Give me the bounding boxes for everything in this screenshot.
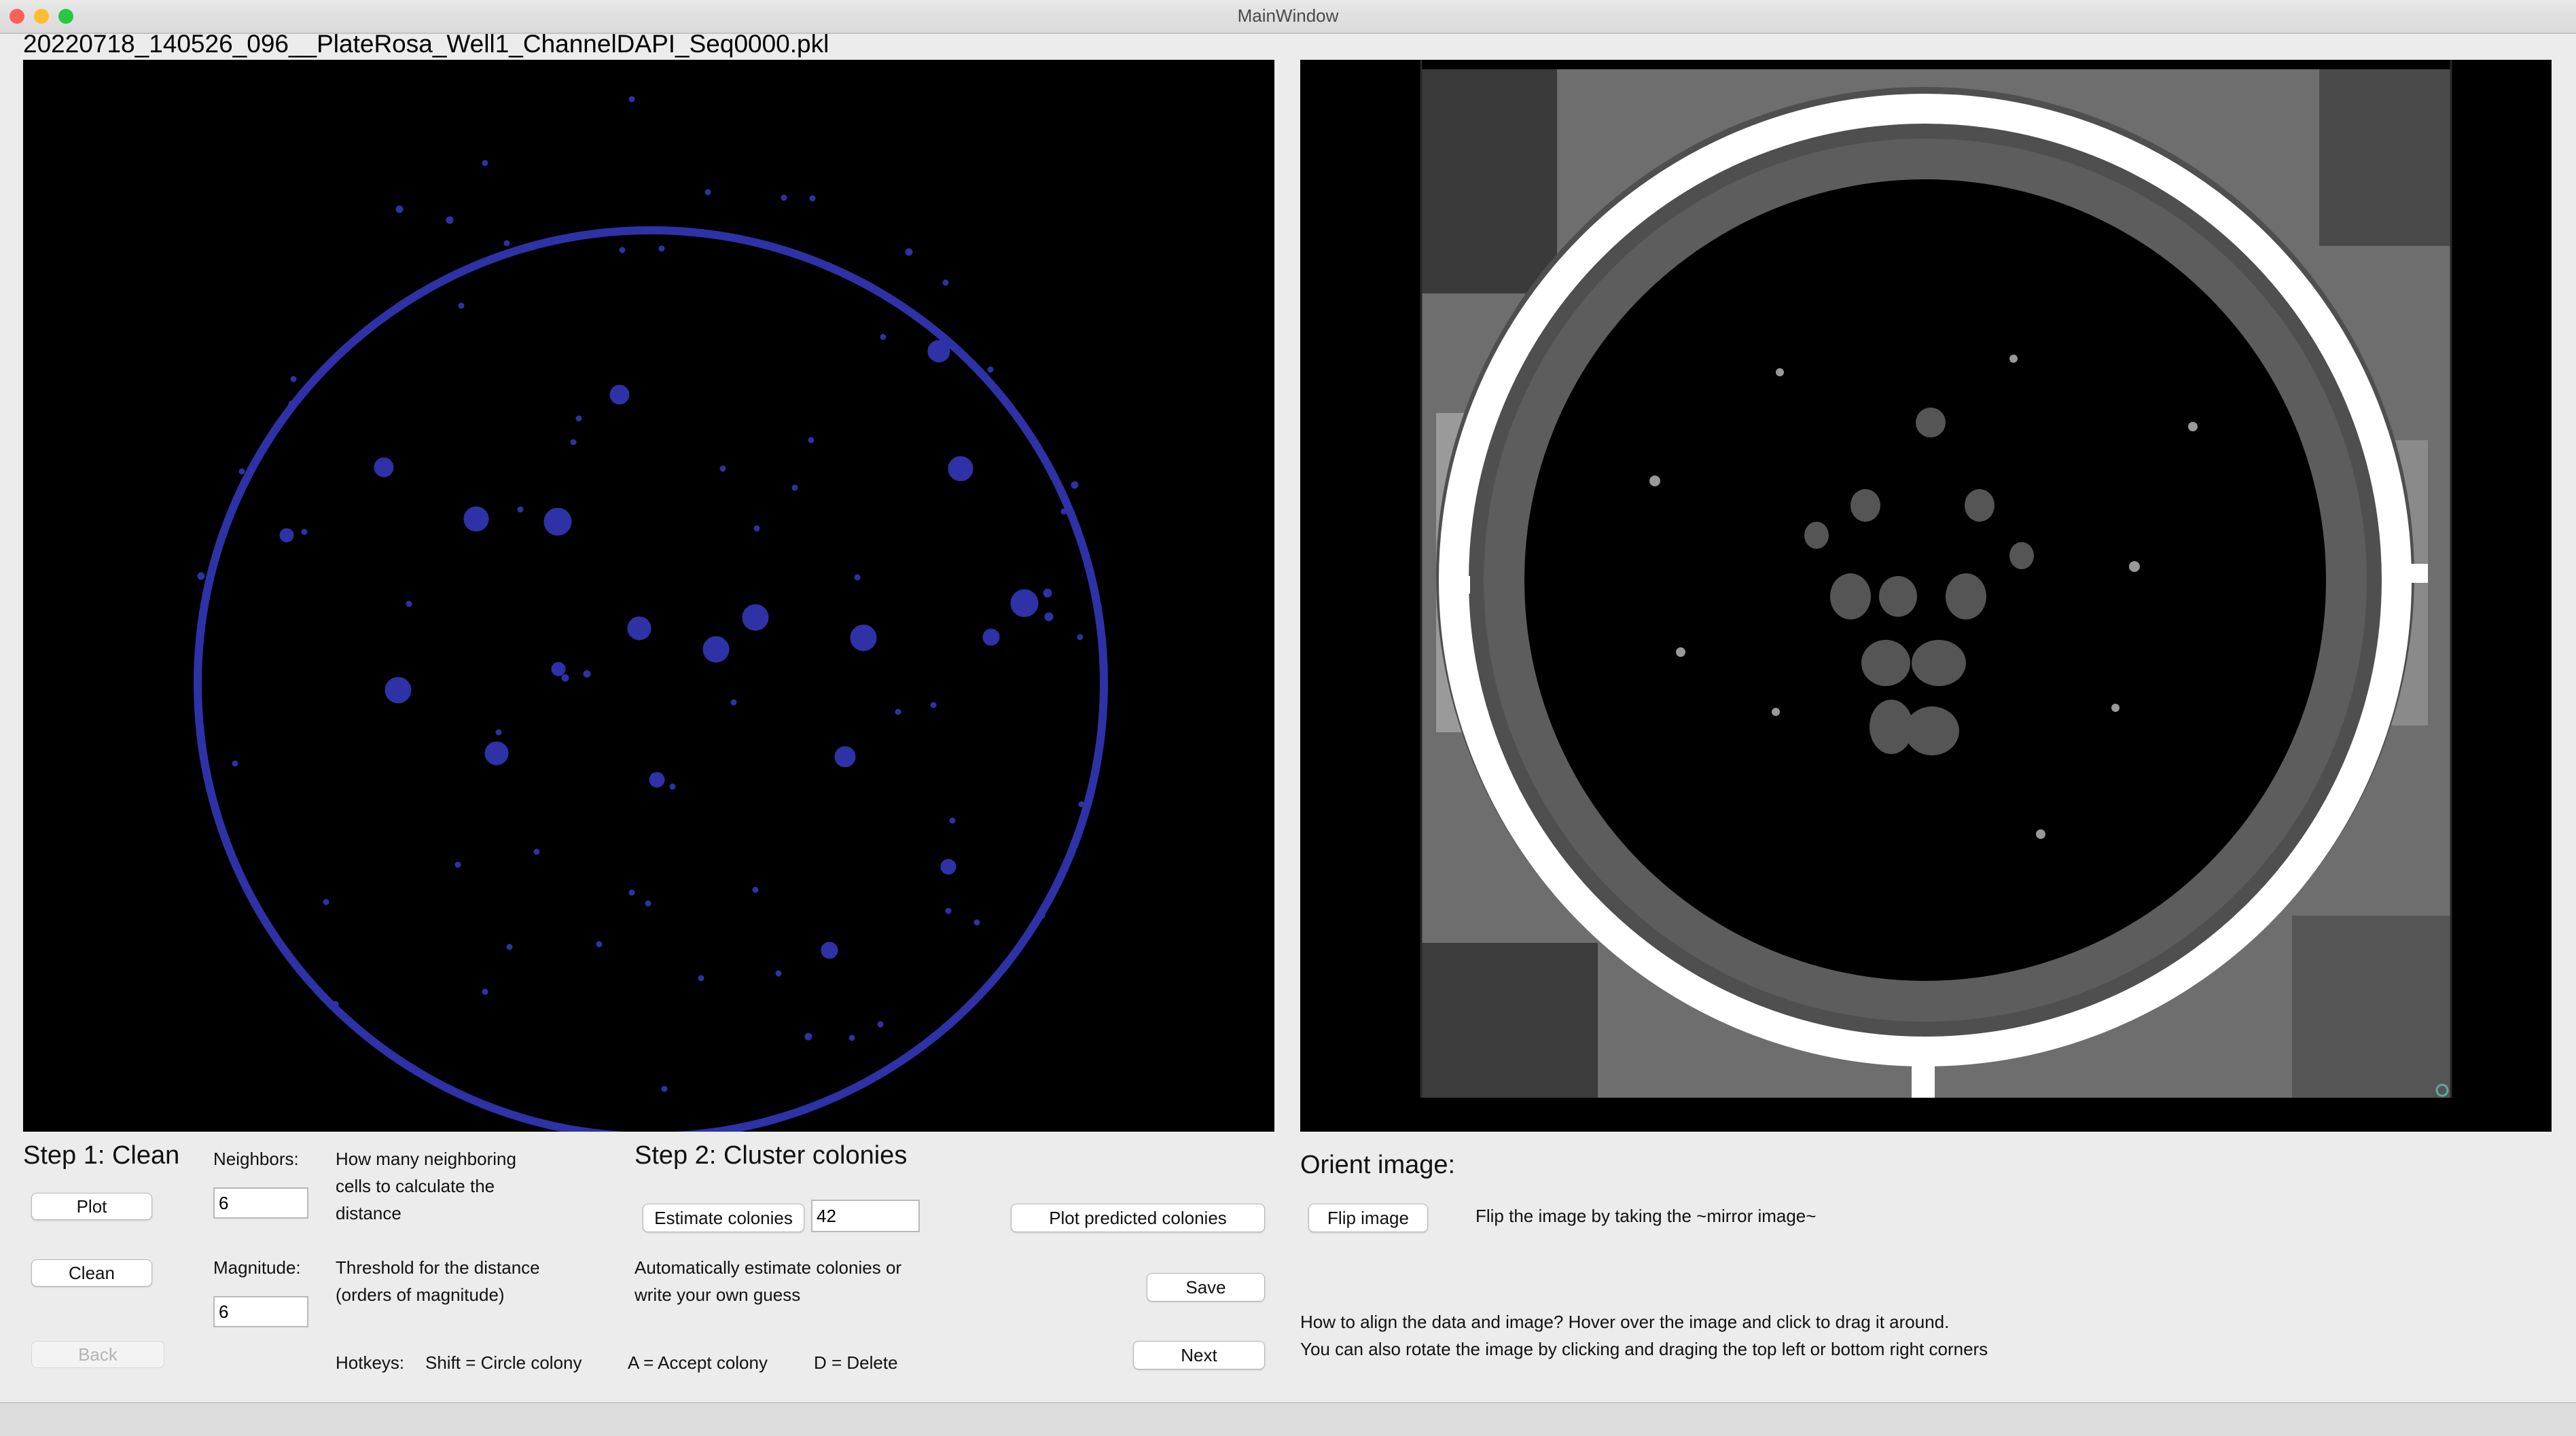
back-button[interactable]: Back (31, 1341, 164, 1368)
orient-title: Orient image: (1300, 1151, 1456, 1179)
colony (384, 677, 412, 704)
window-title: MainWindow (1237, 5, 1339, 26)
well-rim-ring (194, 226, 1108, 1141)
colony (948, 456, 973, 482)
neighbors-help-line1: How many neighboring (336, 1149, 516, 1169)
colony (484, 741, 509, 766)
hotkey-shift: Shift = Circle colony (425, 1352, 582, 1373)
hotkeys-label: Hotkeys: (336, 1352, 405, 1373)
align-help-line1: How to align the data and image? Hover o… (1300, 1312, 1950, 1332)
plot-button[interactable]: Plot (31, 1193, 152, 1220)
colony (940, 859, 956, 875)
colony (1010, 589, 1039, 617)
colony (821, 941, 838, 959)
plate-image-view[interactable] (1300, 60, 2552, 1132)
colony-count-input[interactable] (811, 1200, 920, 1232)
flip-help: Flip the image by taking the ~mirror ima… (1475, 1206, 1817, 1226)
colony (649, 772, 665, 788)
align-help-line2: You can also rotate the image by clickin… (1300, 1339, 1988, 1359)
colony (627, 616, 651, 641)
clean-button[interactable]: Clean (31, 1259, 152, 1287)
colony (463, 506, 489, 532)
save-button[interactable]: Save (1147, 1273, 1265, 1302)
colony (982, 628, 1000, 646)
title-bar: MainWindow (0, 0, 2576, 34)
colony (279, 528, 294, 543)
neighbors-help-line2: cells to calculate the (336, 1176, 495, 1196)
flip-image-button[interactable]: Flip image (1308, 1204, 1428, 1232)
colony (551, 662, 566, 677)
colony (543, 507, 572, 536)
magnitude-help-line1: Threshold for the distance (336, 1257, 540, 1278)
cell-scatter-svg (194, 96, 1108, 1141)
next-button[interactable]: Next (1133, 1341, 1265, 1369)
estimate-colonies-button[interactable]: Estimate colonies (643, 1204, 804, 1232)
magnitude-help-line2: (orders of magnitude) (336, 1285, 505, 1305)
colony (609, 384, 630, 405)
neighbors-help-line3: distance (336, 1203, 401, 1223)
colony (927, 340, 950, 363)
magnitude-label: Magnitude: (213, 1257, 301, 1278)
file-name-label: 20220718_140526_096__PlateRosa_Well1_Cha… (23, 30, 829, 58)
step1-title: Step 1: Clean (23, 1141, 180, 1170)
hotkey-accept: A = Accept colony (628, 1352, 768, 1373)
cell-scatter-plot[interactable] (23, 60, 1274, 1141)
colony (742, 604, 769, 631)
colony (702, 636, 730, 663)
neighbors-input[interactable] (213, 1187, 308, 1219)
neighbors-label: Neighbors: (213, 1149, 299, 1169)
plate-image-svg (1420, 60, 2452, 1098)
colony (374, 457, 394, 478)
status-bar (0, 1402, 2576, 1436)
estimate-help-line1: Automatically estimate colonies or (634, 1257, 902, 1278)
colony (834, 746, 856, 768)
estimate-help-line2: write your own guess (634, 1285, 801, 1305)
step2-title: Step 2: Cluster colonies (634, 1141, 908, 1170)
plot-predicted-colonies-button[interactable]: Plot predicted colonies (1011, 1204, 1265, 1232)
magnitude-input[interactable] (213, 1296, 308, 1327)
colony (850, 624, 877, 651)
hotkey-delete: D = Delete (814, 1352, 898, 1373)
